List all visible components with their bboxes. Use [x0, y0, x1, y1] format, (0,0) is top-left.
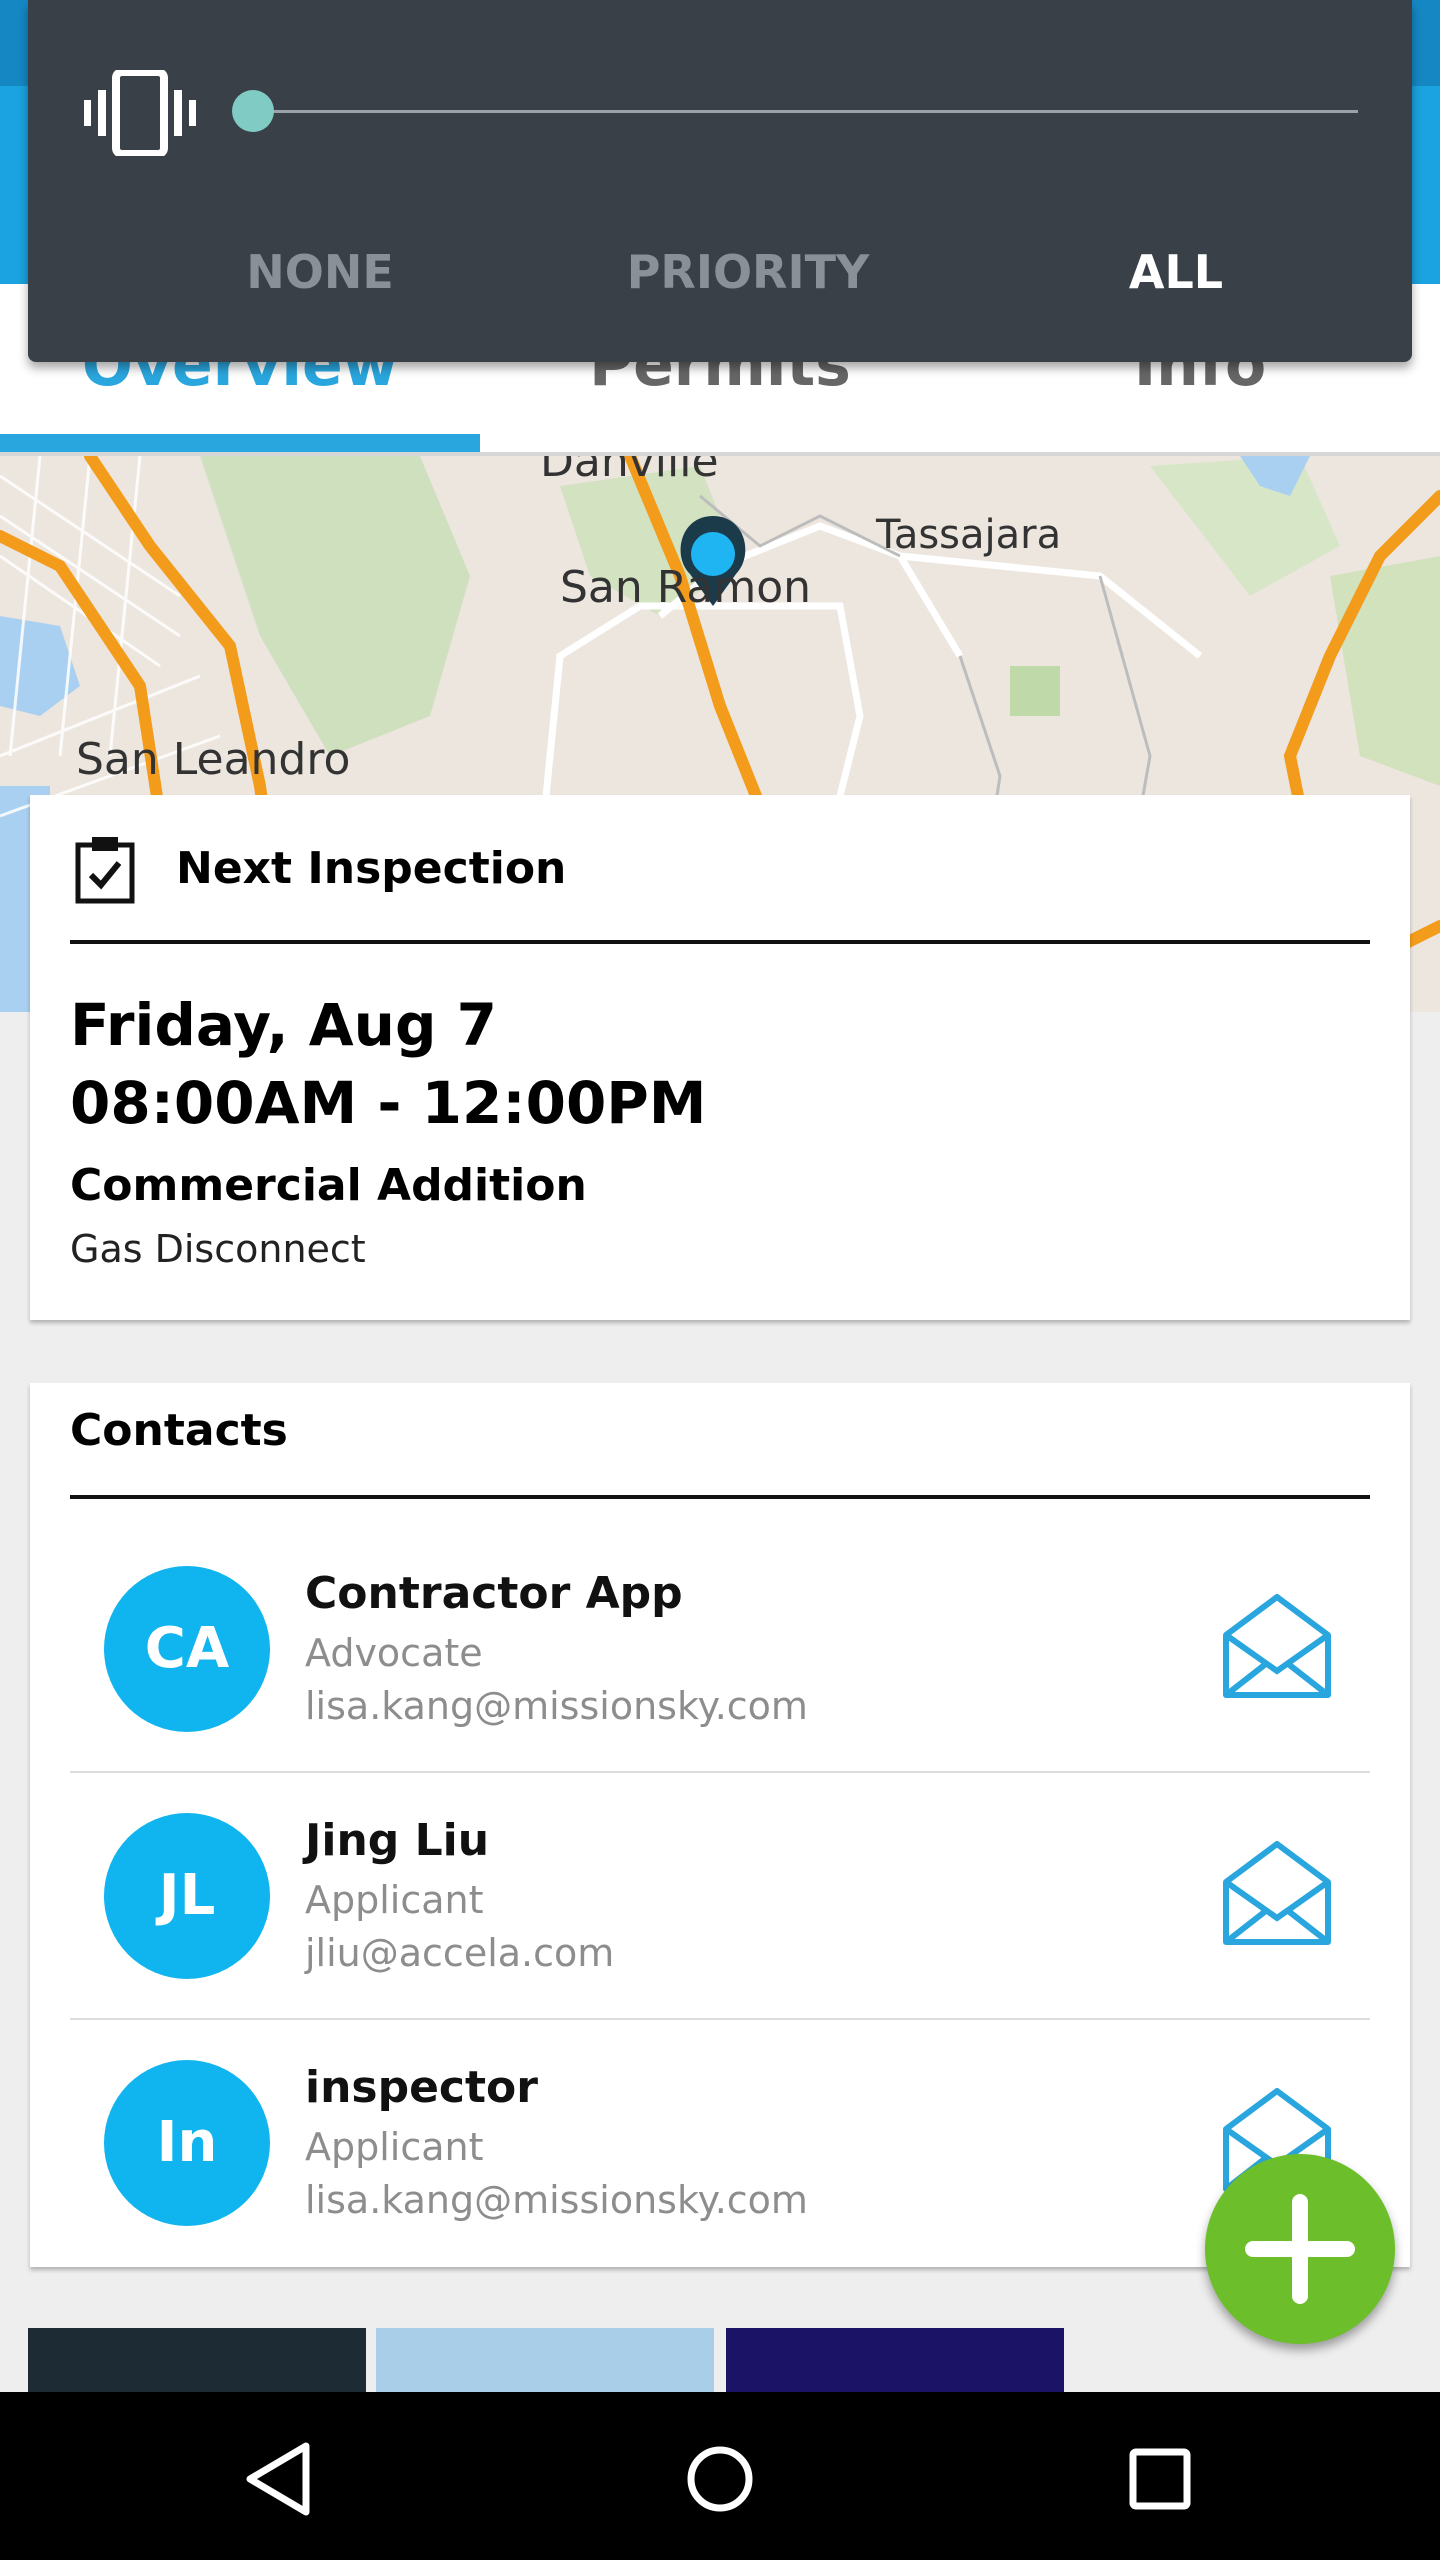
navigation-bar	[0, 2392, 1440, 2560]
contact-email: lisa.kang@missionsky.com	[305, 1684, 808, 1728]
avatar: CA	[104, 1566, 270, 1732]
mail-icon[interactable]	[1222, 1591, 1332, 1701]
back-icon[interactable]	[236, 2434, 326, 2524]
inspection-subtype: Gas Disconnect	[70, 1227, 366, 1271]
contact-item[interactable]: JL Jing Liu Applicant jliu@accela.com	[30, 1773, 1410, 2020]
inspection-date: Friday, Aug 7	[70, 991, 498, 1059]
contacts-header: Contacts	[70, 1405, 288, 1456]
contact-item[interactable]: In inspector Applicant lisa.kang@mission…	[30, 2020, 1410, 2267]
inspection-time: 08:00AM - 12:00PM	[70, 1069, 707, 1137]
clipboard-check-icon	[75, 837, 135, 904]
avatar: In	[104, 2060, 270, 2226]
contact-name: Contractor App	[305, 1568, 683, 1619]
map-label-tassajara: Tassajara	[876, 512, 1062, 558]
avatar: JL	[104, 1813, 270, 1979]
contact-email: lisa.kang@missionsky.com	[305, 2178, 808, 2222]
inspection-type: Commercial Addition	[70, 1160, 587, 1211]
contact-role: Advocate	[305, 1631, 483, 1675]
mode-all[interactable]: ALL	[1026, 245, 1326, 299]
mail-icon[interactable]	[1222, 1838, 1332, 1948]
map-label-san-ramon: San Ramon	[560, 562, 812, 613]
mode-priority[interactable]: PRIORITY	[598, 245, 898, 299]
contact-role: Applicant	[305, 2125, 484, 2169]
add-button[interactable]	[1205, 2154, 1395, 2344]
inspection-card[interactable]: Next Inspection Friday, Aug 7 08:00AM - …	[30, 795, 1410, 1320]
contact-name: inspector	[305, 2062, 538, 2113]
volume-panel: NONE PRIORITY ALL	[28, 0, 1412, 362]
photo-thumbnail[interactable]	[726, 2328, 1064, 2392]
contact-item[interactable]: CA Contractor App Advocate lisa.kang@mis…	[30, 1526, 1410, 1773]
plus-icon	[1292, 2194, 1308, 2304]
volume-slider-thumb[interactable]	[232, 90, 274, 132]
photo-thumbnail[interactable]	[28, 2328, 366, 2392]
contact-name: Jing Liu	[305, 1815, 490, 1866]
inspection-divider	[70, 940, 1370, 944]
inspection-header: Next Inspection	[176, 843, 567, 894]
map-label-san-leandro: San Leandro	[76, 734, 351, 785]
recents-icon[interactable]	[1115, 2434, 1205, 2524]
contact-role: Applicant	[305, 1878, 484, 1922]
map-label-danville: Danville	[540, 456, 719, 487]
contact-email: jliu@accela.com	[305, 1931, 615, 1975]
contacts-divider	[70, 1495, 1370, 1499]
volume-slider-track[interactable]	[253, 110, 1358, 113]
photo-thumbnail[interactable]	[376, 2328, 714, 2392]
home-icon[interactable]	[675, 2434, 765, 2524]
contacts-card: Contacts CA Contractor App Advocate lisa…	[30, 1383, 1410, 2267]
vibrate-icon[interactable]	[82, 70, 198, 156]
tab-indicator	[0, 434, 480, 452]
mode-none[interactable]: NONE	[170, 245, 470, 299]
